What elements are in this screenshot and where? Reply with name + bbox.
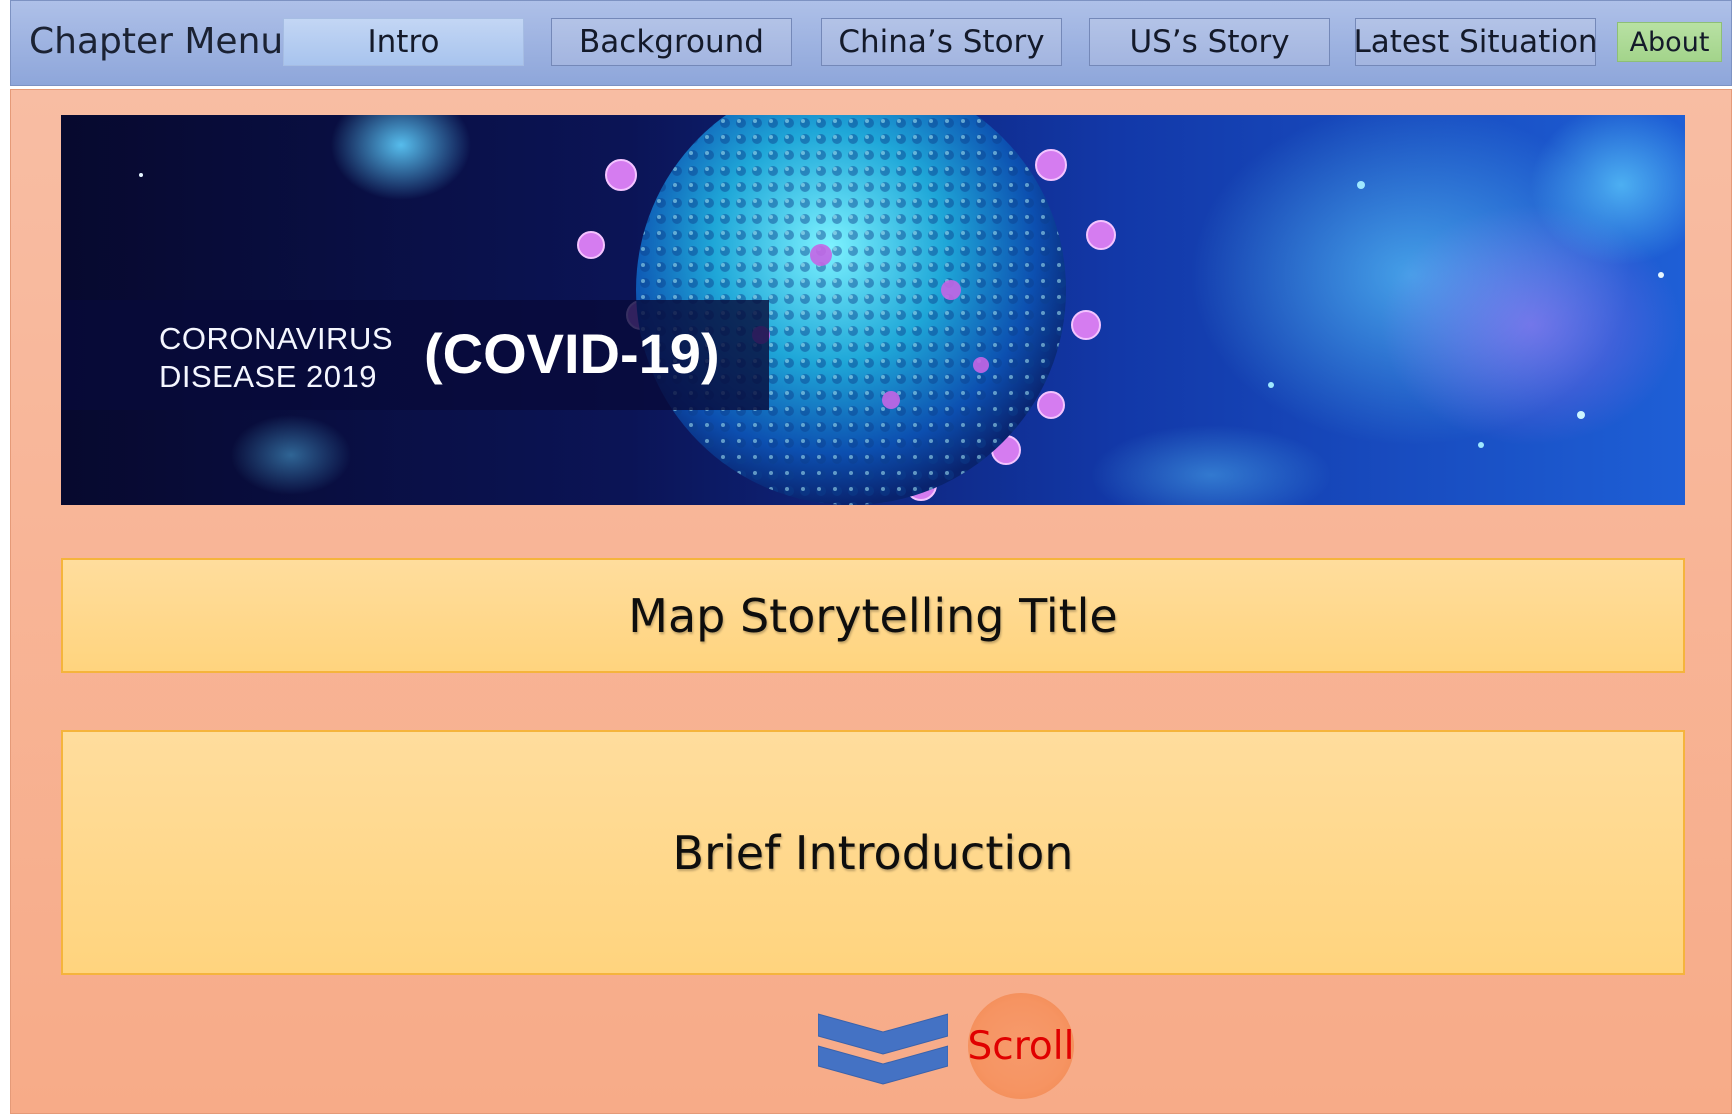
- tab-chinas-story[interactable]: China’s Story: [821, 18, 1062, 66]
- brief-introduction-card: Brief Introduction: [61, 730, 1685, 975]
- tab-background[interactable]: Background: [551, 18, 792, 66]
- map-storytelling-title: Map Storytelling Title: [628, 588, 1118, 643]
- double-chevron-down-icon[interactable]: [818, 1010, 948, 1086]
- scroll-button[interactable]: Scroll: [968, 993, 1074, 1099]
- map-storytelling-title-card: Map Storytelling Title: [61, 558, 1685, 673]
- tab-latest-situation[interactable]: Latest Situation: [1353, 18, 1598, 66]
- banner-subtitle: CORONAVIRUS DISEASE 2019: [159, 320, 393, 396]
- brief-introduction-text: Brief Introduction: [672, 825, 1074, 880]
- banner-title: (COVID-19): [424, 322, 720, 385]
- tab-us-story[interactable]: US’s Story: [1089, 18, 1330, 66]
- covid-banner-image: CORONAVIRUS DISEASE 2019 (COVID-19): [61, 115, 1685, 505]
- tab-about[interactable]: About: [1617, 22, 1722, 62]
- banner-line2: DISEASE 2019: [159, 359, 377, 394]
- chapter-menu-title: Chapter Menu: [29, 21, 284, 62]
- tab-intro[interactable]: Intro: [283, 18, 524, 66]
- scroll-label: Scroll: [967, 1023, 1075, 1069]
- banner-line1: CORONAVIRUS: [159, 321, 394, 356]
